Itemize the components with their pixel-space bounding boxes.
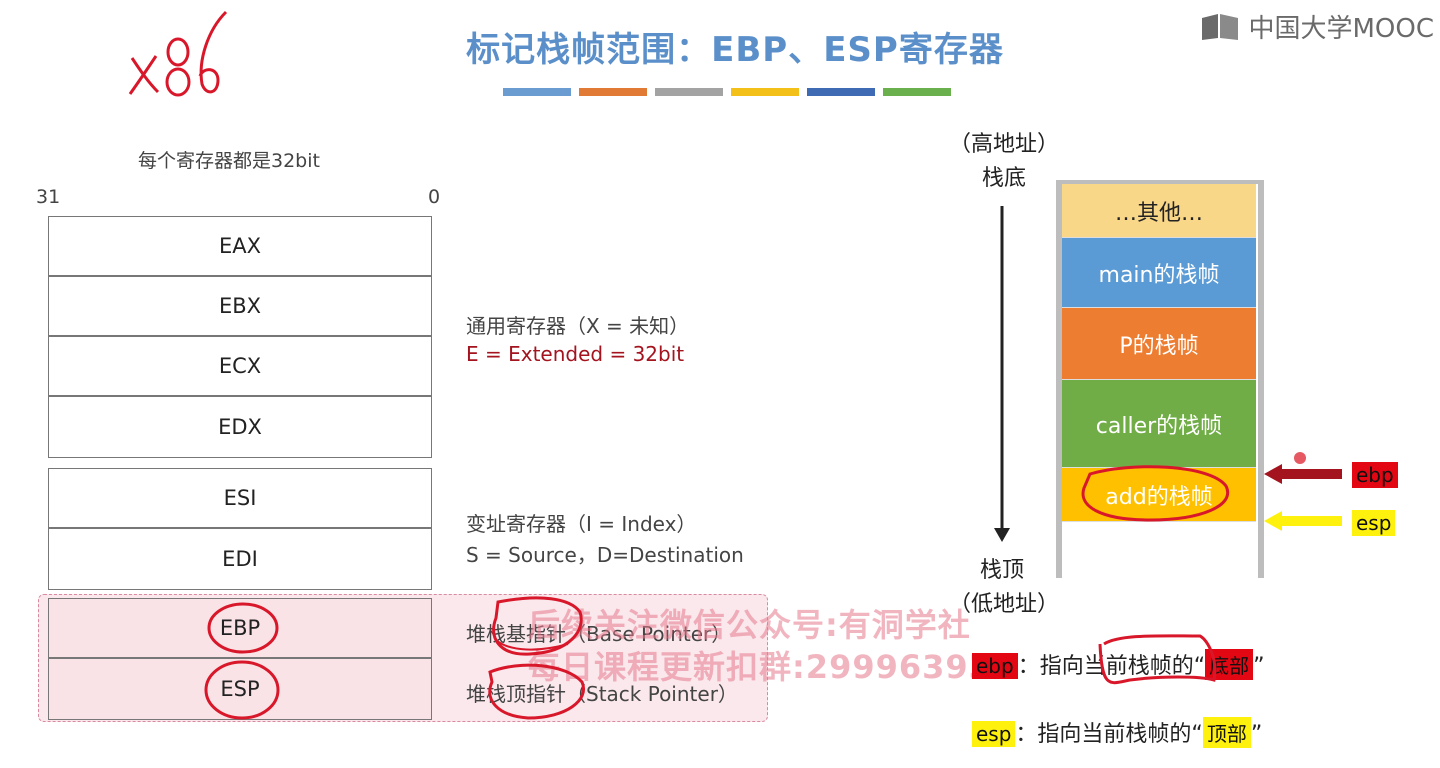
mooc-book-icon bbox=[1202, 13, 1239, 40]
frame-p: P的栈帧 bbox=[1062, 308, 1256, 380]
index-register-desc: 变址寄存器（I = Index） bbox=[466, 512, 697, 536]
color-bar-5 bbox=[807, 88, 875, 96]
esp-note-tag: esp bbox=[972, 721, 1016, 747]
ebp-note: ebp ：指向当前栈帧的“ 底部” bbox=[972, 648, 1265, 680]
ebp-stack-tag: ebp bbox=[1352, 462, 1398, 488]
frame-caller: caller的栈帧 bbox=[1062, 380, 1256, 468]
register-edi: EDI bbox=[48, 528, 432, 590]
register-esi: ESI bbox=[48, 468, 432, 528]
esp-note-close: ” bbox=[1250, 722, 1263, 747]
watermark-line2: 每日课程更新扣群:299963939 bbox=[528, 648, 1016, 686]
color-bar-6 bbox=[883, 88, 951, 96]
source-destination-desc: S = Source，D=Destination bbox=[466, 543, 744, 567]
frame-other: …其他… bbox=[1062, 184, 1256, 238]
frame-main: main的栈帧 bbox=[1062, 238, 1256, 308]
esp-note: esp ：指向当前栈帧的“ 顶部” bbox=[972, 716, 1262, 748]
color-bar-3 bbox=[655, 88, 723, 96]
register-ebx: EBX bbox=[48, 276, 432, 336]
esp-stack-tag: esp bbox=[1352, 510, 1396, 536]
ebp-note-highlight: 底部 bbox=[1205, 649, 1254, 680]
register-esp: ESP bbox=[48, 658, 432, 720]
stack-high-address-label: （高地址） bbox=[948, 132, 1059, 157]
watermark-line1: 后续关注微信公众号:有洞学社 bbox=[528, 606, 971, 644]
register-edx: EDX bbox=[48, 396, 432, 458]
general-register-desc: 通用寄存器（X = 未知） bbox=[466, 314, 690, 338]
ebp-note-text: ：指向当前栈帧的“ bbox=[1017, 654, 1206, 679]
stack-low-address-label: （低地址） bbox=[948, 592, 1059, 617]
color-bar-4 bbox=[731, 88, 799, 96]
ebp-note-tag: ebp bbox=[972, 653, 1018, 679]
esp-note-text: ：指向当前栈帧的“ bbox=[1015, 722, 1203, 747]
ebp-note-close: ” bbox=[1253, 654, 1265, 679]
register-caption: 每个寄存器都是32bit bbox=[138, 150, 320, 172]
bit-low-label: 0 bbox=[428, 186, 441, 208]
stack-top-label: 栈顶 bbox=[979, 558, 1024, 583]
register-ecx: ECX bbox=[48, 336, 432, 396]
color-bar-1 bbox=[503, 88, 571, 96]
extended-desc: E = Extended = 32bit bbox=[466, 342, 685, 366]
mooc-logo-text: 中国大学MOOC bbox=[1248, 14, 1434, 44]
register-eax: EAX bbox=[48, 216, 432, 276]
register-ebp: EBP bbox=[48, 598, 432, 658]
stack-bottom-label: 栈底 bbox=[981, 166, 1026, 191]
mooc-logo: 中国大学MOOC bbox=[1200, 8, 1434, 45]
frame-add: add的栈帧 bbox=[1062, 468, 1256, 522]
esp-note-highlight: 顶部 bbox=[1202, 717, 1251, 748]
bit-high-label: 31 bbox=[36, 186, 61, 208]
color-bar-2 bbox=[579, 88, 647, 96]
